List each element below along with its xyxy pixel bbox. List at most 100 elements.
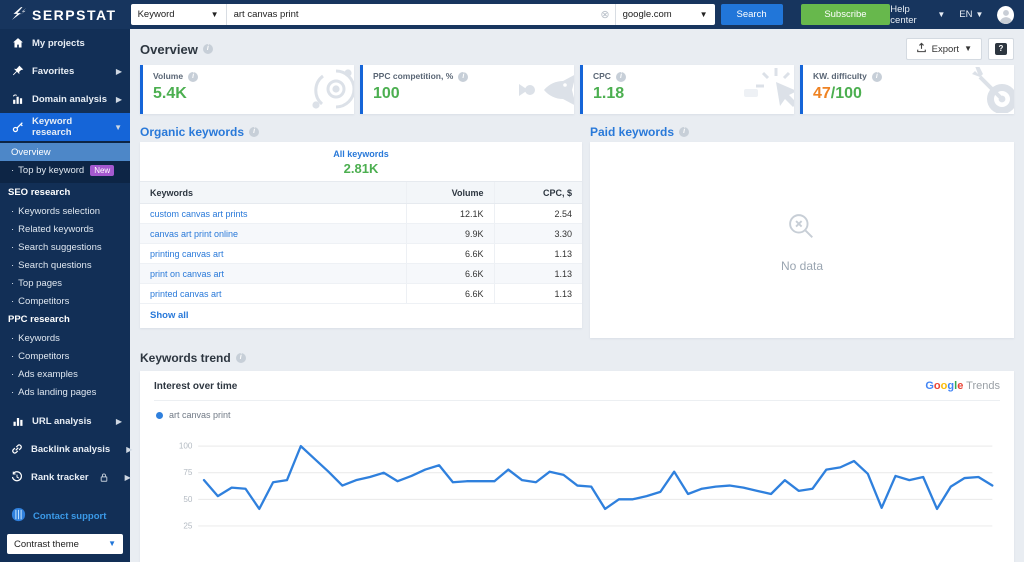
serpstat-logo[interactable]: SERPSTAT — [0, 7, 125, 23]
google-wordmark: Google — [925, 380, 963, 392]
search-engine-select[interactable]: google.com ▼ — [615, 4, 715, 25]
sidebar-item-backlink-analysis[interactable]: Backlink analysis▶ — [0, 435, 130, 463]
sidebar-item-keyword-research[interactable]: Keyword research▼ — [0, 113, 130, 141]
language-menu[interactable]: EN ▼ — [959, 9, 983, 20]
keyword-link[interactable]: custom canvas art prints — [150, 209, 248, 219]
subscribe-button[interactable]: Subscribe — [801, 4, 891, 25]
search-button[interactable]: Search — [721, 4, 783, 25]
keyword-cell: canvas art print online — [140, 224, 406, 244]
trends-wordmark: Trends — [966, 380, 1000, 392]
sidebar-item-related-keywords[interactable]: ·Related keywords — [0, 220, 130, 238]
keywords-trend-section: Keywords trend i Interest over time Goog… — [140, 347, 1014, 562]
help-button[interactable]: ? — [988, 38, 1014, 60]
sidebar-item-competitors[interactable]: ·Competitors — [0, 347, 130, 365]
sidebar-item-label: Favorites — [32, 66, 108, 77]
pin-icon — [11, 65, 24, 77]
sidebar-item-label: Rank tracker — [31, 472, 89, 483]
table-row: printing canvas art6.6K1.13 — [140, 244, 582, 264]
keyword-link[interactable]: print on canvas art — [150, 269, 224, 279]
sidebar-item-domain-analysis[interactable]: Domain analysis ▶ — [0, 85, 130, 113]
info-icon[interactable]: i — [236, 353, 246, 363]
table-row: printed canvas art6.6K1.13 — [140, 284, 582, 304]
info-icon[interactable]: i — [872, 72, 882, 82]
organic-keywords-title: Organic keywords — [140, 125, 244, 139]
trend-panel: Interest over time Google Trends art can… — [140, 371, 1014, 562]
serpstat-logo-text: SERPSTAT — [32, 7, 117, 23]
sidebar-item-search-suggestions[interactable]: ·Search suggestions — [0, 238, 130, 256]
search-input[interactable]: art canvas print ⊗ — [227, 4, 615, 25]
history-icon — [11, 471, 23, 483]
sidebar-item-search-questions[interactable]: ·Search questions — [0, 256, 130, 274]
sidebar-item-competitors[interactable]: ·Competitors — [0, 292, 130, 310]
sidebar-item-ads-landing-pages[interactable]: ·Ads landing pages — [0, 383, 130, 401]
export-label: Export — [932, 44, 959, 55]
keyword-link[interactable]: canvas art print online — [150, 229, 238, 239]
export-button[interactable]: Export ▼ — [906, 38, 982, 60]
info-icon[interactable]: i — [458, 72, 468, 82]
sidebar-item-label: URL analysis — [32, 416, 92, 427]
top-right-nav: Help center ▼ EN ▼ — [890, 4, 1024, 26]
search-type-select[interactable]: Keyword ▼ — [131, 4, 227, 25]
stat-card-value: 47/100 — [813, 85, 1014, 103]
stat-card-label: PPC competition, %i — [373, 71, 574, 82]
stat-card-value: 5.4K — [153, 85, 354, 103]
sidebar-item-top-pages[interactable]: ·Top pages — [0, 274, 130, 292]
organic-keywords-title-row: Organic keywords i — [140, 122, 582, 142]
volume-cell: 6.6K — [406, 284, 494, 304]
submenu-item-overview[interactable]: Overview — [0, 143, 130, 161]
language-label: EN — [959, 9, 972, 20]
theme-select[interactable]: Contrast theme ▼ — [7, 534, 123, 554]
sidebar-tools: URL analysis▶Backlink analysis▶Rank trac… — [0, 407, 130, 491]
chevron-right-icon: ▶ — [116, 95, 122, 104]
help-center-label: Help center — [890, 4, 934, 26]
keywords-trend-title: Keywords trend — [140, 351, 231, 365]
sidebar-item-label: Keywords — [18, 333, 60, 344]
keyword-link[interactable]: printing canvas art — [150, 249, 224, 259]
stat-card-cpc: CPCi1.18 — [580, 65, 794, 114]
keyword-cell: printing canvas art — [140, 244, 406, 264]
keyword-link[interactable]: printed canvas art — [150, 289, 222, 299]
overview-header-row: Overview i Export ▼ ? — [140, 36, 1014, 62]
sidebar-item-favorites[interactable]: Favorites▶ — [0, 57, 130, 85]
info-icon[interactable]: i — [679, 127, 689, 137]
info-icon[interactable]: i — [188, 72, 198, 82]
info-icon[interactable]: i — [616, 72, 626, 82]
column-header-cpc-[interactable]: CPC, $ — [494, 182, 582, 204]
info-icon[interactable]: i — [249, 127, 259, 137]
table-row: print on canvas art6.6K1.13 — [140, 264, 582, 284]
home-icon — [11, 37, 24, 49]
show-all-link[interactable]: Show all — [140, 304, 582, 328]
submenu-item-label: Overview — [11, 147, 51, 158]
sidebar-item-label: Domain analysis — [32, 94, 108, 105]
sidebar: My projectsFavorites▶ Domain analysis ▶ Key… — [0, 29, 130, 562]
sidebar-item-keywords-selection[interactable]: ·Keywords selection — [0, 202, 130, 220]
new-badge: New — [90, 165, 114, 176]
keyword-research-submenu: Overview ·Top by keywordNew — [0, 141, 130, 183]
search-bar: Keyword ▼ art canvas print ⊗ google.com … — [131, 4, 783, 25]
sidebar-sections: SEO research·Keywords selection·Related … — [0, 183, 130, 401]
sidebar-item-my-projects[interactable]: My projects — [0, 29, 130, 57]
export-icon — [916, 42, 927, 56]
all-keywords-value: 2.81K — [140, 161, 582, 176]
sidebar-item-ads-examples[interactable]: ·Ads examples — [0, 365, 130, 383]
contact-support-link[interactable]: Contact support — [0, 501, 130, 534]
column-header-volume[interactable]: Volume — [406, 182, 494, 204]
help-center-menu[interactable]: Help center ▼ — [890, 4, 945, 26]
y-axis-tick-label: 50 — [183, 495, 193, 504]
stat-card-value: 1.18 — [593, 85, 794, 103]
sidebar-item-label: Competitors — [18, 351, 69, 362]
stat-card-kw-difficulty: KW. difficultyi 47/100 — [800, 65, 1014, 114]
chart-legend: art canvas print — [154, 401, 1000, 424]
keyword-cell: print on canvas art — [140, 264, 406, 284]
sidebar-item-keywords[interactable]: ·Keywords — [0, 329, 130, 347]
clear-search-icon[interactable]: ⊗ — [600, 8, 609, 21]
organic-keywords-section: Organic keywords i All keywords 2.81K Ke… — [140, 122, 582, 338]
column-header-keywords[interactable]: Keywords — [140, 182, 406, 204]
sidebar-item-rank-tracker[interactable]: Rank tracker▶ — [0, 463, 130, 491]
submenu-item-top-by-keyword[interactable]: ·Top by keywordNew — [0, 161, 130, 179]
stat-card-label: KW. difficultyi — [813, 71, 1014, 82]
chevron-down-icon: ▼ — [937, 11, 945, 19]
avatar[interactable] — [997, 6, 1014, 24]
info-icon[interactable]: i — [203, 44, 213, 54]
sidebar-item-url-analysis[interactable]: URL analysis▶ — [0, 407, 130, 435]
